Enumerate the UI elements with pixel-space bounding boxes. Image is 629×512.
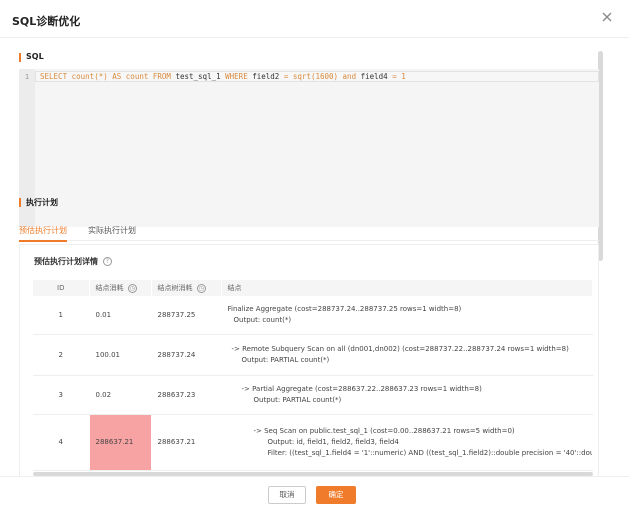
code-token: (*)	[94, 72, 108, 81]
column-header-id: ID	[33, 280, 90, 296]
cancel-button[interactable]: 取消	[268, 486, 306, 504]
code-keyword: AS	[112, 72, 122, 81]
cell-tree-cost: 288737.24	[151, 334, 222, 376]
column-header-node: 结点	[221, 280, 593, 296]
detail-line: -> Seq Scan on public.test_sql_1 (cost=0…	[253, 426, 515, 435]
code-table: test_sql_1	[175, 72, 221, 81]
cell-cost: 0.02	[89, 375, 152, 415]
cell-id: 4	[33, 414, 90, 471]
detail-line: Filter: ((test_sql_1.field4 = '1'::numer…	[267, 448, 592, 457]
detail-line: Finalize Aggregate (cost=288737.24..2887…	[227, 304, 462, 313]
help-icon[interactable]: ?	[102, 257, 112, 266]
sql-editor[interactable]: 1 SELECT count(*) AS count FROM test_sql…	[19, 69, 599, 227]
code-field: field4	[360, 72, 388, 81]
close-icon[interactable]	[599, 9, 615, 25]
panel-title: 预估执行计划详情 ?	[34, 256, 112, 267]
code-function: sqrt	[292, 72, 311, 81]
cell-id: 3	[33, 375, 90, 415]
dialog-content[interactable]: SQL 1 SELECT count(*) AS count FROM test…	[0, 39, 629, 476]
line-number: 1	[24, 73, 30, 81]
cell-detail: Finalize Aggregate (cost=288737.24..2887…	[221, 296, 593, 335]
tab-actual-plan[interactable]: 实际执行计划	[88, 225, 136, 240]
cell-cost-highlighted: 288637.21	[89, 414, 152, 471]
dialog-header: SQL诊断优化	[0, 0, 629, 38]
sql-section-title: SQL	[19, 52, 44, 62]
tab-estimated-plan[interactable]: 预估执行计划	[19, 225, 67, 242]
cell-detail: -> Seq Scan on public.test_sql_1 (cost=0…	[221, 414, 593, 471]
cell-id: 2	[33, 334, 90, 376]
cell-cost: 0.01	[89, 296, 152, 335]
dialog-title: SQL诊断优化	[12, 15, 81, 28]
code-keyword: SELECT	[40, 72, 68, 81]
code-alias: count	[125, 72, 149, 81]
code-field: field2	[252, 72, 280, 81]
code-keyword: WHERE	[225, 72, 248, 81]
table-row: 4 288637.21 288637.21 -> Seq Scan on pub…	[33, 414, 593, 471]
code-operator: =	[392, 72, 397, 81]
cell-detail: -> Remote Subquery Scan on all (dn001,dn…	[221, 334, 593, 376]
detail-line: Output: PARTIAL count(*)	[241, 355, 330, 364]
cell-tree-cost: 288737.25	[151, 296, 222, 335]
plan-table: ID 结点消耗 ◷ 结点树消耗 ◷ 结点 1 0.01 288737.25 Fi…	[33, 280, 593, 471]
cell-detail: -> Partial Aggregate (cost=288637.22..28…	[221, 375, 593, 415]
plan-section-title: 执行计划	[19, 197, 58, 208]
dialog-footer: 取消 确定	[0, 476, 629, 512]
plan-detail-panel: 预估执行计划详情 ? ID 结点消耗 ◷ 结点树消耗 ◷ 结点 1 0.01 2…	[19, 244, 599, 476]
table-row: 3 0.02 288637.23 -> Partial Aggregate (c…	[33, 375, 593, 415]
plan-tabs: 预估执行计划 实际执行计划	[19, 223, 599, 242]
code-keyword: FROM	[152, 72, 171, 81]
code-operator: =	[283, 72, 289, 81]
code-keyword: and	[342, 72, 357, 81]
table-header-row: ID 结点消耗 ◷ 结点树消耗 ◷ 结点	[33, 280, 593, 296]
detail-line: Output: PARTIAL count(*)	[253, 395, 342, 404]
detail-line: -> Partial Aggregate (cost=288637.22..28…	[241, 384, 482, 393]
cell-tree-cost: 288637.21	[151, 414, 222, 471]
cell-id: 1	[33, 296, 90, 335]
column-header-tree-cost-label: 结点树消耗	[157, 284, 193, 292]
detail-line: -> Remote Subquery Scan on all (dn001,dn…	[231, 344, 569, 353]
column-header-tree-cost[interactable]: 结点树消耗 ◷	[151, 280, 222, 296]
sql-diagnosis-dialog: SQL诊断优化 SQL 1 SELECT count(*) AS count F…	[0, 0, 629, 512]
clock-icon: ◷	[196, 283, 206, 293]
column-header-cost-label: 结点消耗	[95, 284, 124, 292]
confirm-button[interactable]: 确定	[316, 486, 356, 504]
cell-tree-cost: 288637.23	[151, 375, 222, 415]
table-row: 1 0.01 288737.25 Finalize Aggregate (cos…	[33, 296, 593, 335]
column-header-cost[interactable]: 结点消耗 ◷	[89, 280, 152, 296]
detail-line: Output: count(*)	[233, 315, 292, 324]
panel-title-text: 预估执行计划详情	[34, 257, 98, 266]
clock-icon: ◷	[127, 283, 137, 293]
code-value: 1	[401, 72, 406, 81]
code-token: (1600)	[310, 72, 339, 81]
code-function: count	[71, 72, 95, 81]
cell-cost: 100.01	[89, 334, 152, 376]
code-line-1[interactable]: SELECT count(*) AS count FROM test_sql_1…	[35, 71, 599, 82]
table-row: 2 100.01 288737.24 -> Remote Subquery Sc…	[33, 334, 593, 376]
detail-line: Output: id, field1, field2, field3, fiel…	[267, 437, 399, 446]
